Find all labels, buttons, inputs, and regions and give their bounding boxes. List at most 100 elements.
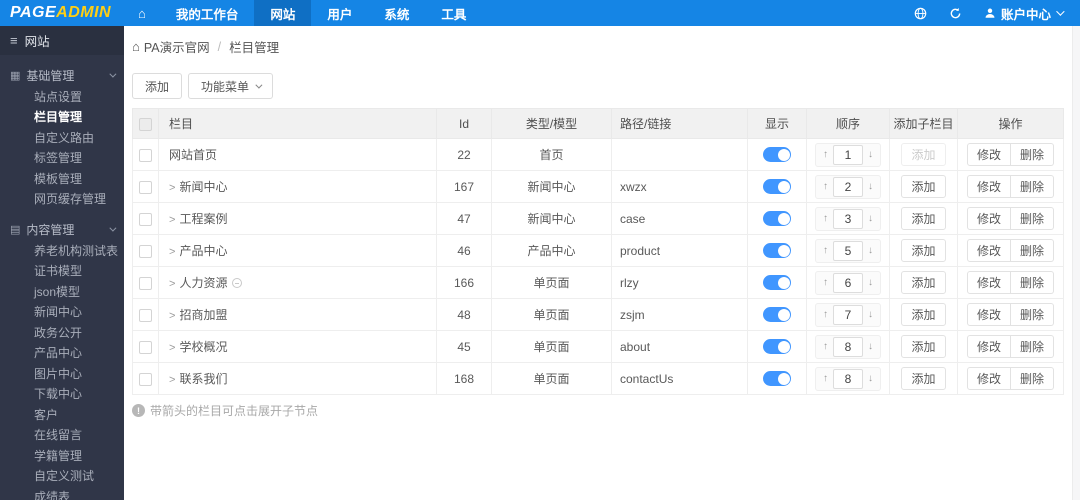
order-value[interactable]: 7 bbox=[833, 304, 863, 325]
sidebar-item-图片中心[interactable]: 图片中心 bbox=[0, 363, 124, 384]
delete-button[interactable]: 删除 bbox=[1011, 239, 1055, 262]
order-up-button[interactable]: ↑ bbox=[818, 241, 833, 261]
order-down-button[interactable]: ↓ bbox=[863, 241, 878, 261]
add-child-button[interactable]: 添加 bbox=[901, 207, 946, 230]
topnav-item-工具[interactable]: 工具 bbox=[425, 0, 482, 26]
row-checkbox[interactable] bbox=[139, 372, 152, 386]
expand-arrow-icon[interactable]: > bbox=[169, 214, 175, 226]
modify-button[interactable]: 修改 bbox=[966, 367, 1011, 390]
order-up-button[interactable]: ↑ bbox=[818, 273, 833, 293]
sidebar-item-下载中心[interactable]: 下载中心 bbox=[0, 384, 124, 405]
vertical-scrollbar[interactable] bbox=[1072, 26, 1080, 500]
order-down-button[interactable]: ↓ bbox=[863, 305, 878, 325]
sidebar-item-在线留言[interactable]: 在线留言 bbox=[0, 425, 124, 446]
order-down-button[interactable]: ↓ bbox=[863, 177, 878, 197]
refresh-icon[interactable] bbox=[949, 7, 962, 20]
expand-arrow-icon[interactable]: > bbox=[169, 182, 175, 194]
sidebar-header[interactable]: ≡ 网站 bbox=[0, 26, 124, 55]
order-value[interactable]: 8 bbox=[833, 336, 863, 357]
order-down-button[interactable]: ↓ bbox=[863, 337, 878, 357]
breadcrumb-site[interactable]: PA演示官网 bbox=[144, 37, 210, 56]
modify-button[interactable]: 修改 bbox=[966, 271, 1011, 294]
order-value[interactable]: 3 bbox=[833, 208, 863, 229]
column-name-cell[interactable]: > 学校概况 bbox=[158, 330, 437, 363]
sidebar-item-产品中心[interactable]: 产品中心 bbox=[0, 343, 124, 364]
row-checkbox[interactable] bbox=[139, 180, 152, 194]
add-child-button[interactable]: 添加 bbox=[901, 175, 946, 198]
add-child-button[interactable]: 添加 bbox=[901, 367, 946, 390]
row-checkbox[interactable] bbox=[139, 244, 152, 258]
visible-toggle[interactable] bbox=[763, 307, 791, 323]
order-value[interactable]: 5 bbox=[833, 240, 863, 261]
sidebar-item-学籍管理[interactable]: 学籍管理 bbox=[0, 445, 124, 466]
modify-button[interactable]: 修改 bbox=[966, 239, 1011, 262]
row-checkbox[interactable] bbox=[139, 340, 152, 354]
order-up-button[interactable]: ↑ bbox=[818, 305, 833, 325]
sidebar-group-内容管理[interactable]: ▤ 内容管理 bbox=[0, 219, 124, 240]
sidebar-item-客户[interactable]: 客户 bbox=[0, 404, 124, 425]
topnav-item-我的工作台[interactable]: 我的工作台 bbox=[160, 0, 255, 26]
column-name-cell[interactable]: > 招商加盟 bbox=[158, 298, 437, 331]
order-up-button[interactable]: ↑ bbox=[818, 337, 833, 357]
column-name-cell[interactable]: > 人力资源 bbox=[158, 266, 437, 299]
row-checkbox[interactable] bbox=[139, 276, 152, 290]
add-button[interactable]: 添加 bbox=[132, 73, 183, 99]
sidebar-item-站点设置[interactable]: 站点设置 bbox=[0, 86, 124, 107]
visible-toggle[interactable] bbox=[763, 179, 791, 195]
sidebar-item-栏目管理[interactable]: 栏目管理 bbox=[0, 107, 124, 128]
visible-toggle[interactable] bbox=[763, 211, 791, 227]
delete-button[interactable]: 删除 bbox=[1011, 271, 1055, 294]
sidebar-item-自定义测试[interactable]: 自定义测试 bbox=[0, 466, 124, 487]
delete-button[interactable]: 删除 bbox=[1011, 367, 1055, 390]
modify-button[interactable]: 修改 bbox=[966, 143, 1011, 166]
order-up-button[interactable]: ↑ bbox=[818, 209, 833, 229]
add-child-button[interactable]: 添加 bbox=[901, 303, 946, 326]
delete-button[interactable]: 删除 bbox=[1011, 207, 1055, 230]
order-value[interactable]: 6 bbox=[833, 272, 863, 293]
visible-toggle[interactable] bbox=[763, 243, 791, 259]
delete-button[interactable]: 删除 bbox=[1011, 303, 1055, 326]
function-menu-button[interactable]: 功能菜单 bbox=[188, 73, 274, 99]
add-child-button[interactable]: 添加 bbox=[901, 271, 946, 294]
expand-arrow-icon[interactable]: > bbox=[169, 246, 175, 258]
expand-arrow-icon[interactable]: > bbox=[169, 374, 175, 386]
sidebar-item-成绩表[interactable]: 成绩表 bbox=[0, 486, 124, 500]
visible-toggle[interactable] bbox=[763, 147, 791, 163]
delete-button[interactable]: 删除 bbox=[1011, 335, 1055, 358]
globe-icon[interactable] bbox=[914, 7, 927, 20]
account-menu[interactable]: 账户中心 bbox=[984, 4, 1065, 23]
sidebar-item-养老机构测试表[interactable]: 养老机构测试表 bbox=[0, 240, 124, 261]
sidebar-item-标签管理[interactable]: 标签管理 bbox=[0, 148, 124, 169]
order-value[interactable]: 8 bbox=[833, 368, 863, 389]
column-name-cell[interactable]: > 工程案例 bbox=[158, 202, 437, 235]
sidebar-group-基础管理[interactable]: ▦ 基础管理 bbox=[0, 65, 124, 86]
order-up-button[interactable]: ↑ bbox=[818, 369, 833, 389]
sidebar-item-政务公开[interactable]: 政务公开 bbox=[0, 322, 124, 343]
visible-toggle[interactable] bbox=[763, 371, 791, 387]
order-down-button[interactable]: ↓ bbox=[863, 273, 878, 293]
topnav-item-系统[interactable]: 系统 bbox=[368, 0, 425, 26]
order-down-button[interactable]: ↓ bbox=[863, 209, 878, 229]
modify-button[interactable]: 修改 bbox=[966, 335, 1011, 358]
row-checkbox[interactable] bbox=[139, 308, 152, 322]
sidebar-item-自定义路由[interactable]: 自定义路由 bbox=[0, 127, 124, 148]
add-child-button[interactable]: 添加 bbox=[901, 335, 946, 358]
sidebar-item-证书模型[interactable]: 证书模型 bbox=[0, 261, 124, 282]
order-up-button[interactable]: ↑ bbox=[818, 177, 833, 197]
delete-button[interactable]: 删除 bbox=[1011, 175, 1055, 198]
sidebar-item-新闻中心[interactable]: 新闻中心 bbox=[0, 302, 124, 323]
order-value[interactable]: 2 bbox=[833, 176, 863, 197]
add-child-button[interactable]: 添加 bbox=[901, 239, 946, 262]
home-icon[interactable]: ⌂ bbox=[124, 0, 160, 26]
delete-button[interactable]: 删除 bbox=[1011, 143, 1055, 166]
order-value[interactable]: 1 bbox=[833, 144, 863, 165]
visible-toggle[interactable] bbox=[763, 275, 791, 291]
topnav-item-用户[interactable]: 用户 bbox=[311, 0, 368, 26]
modify-button[interactable]: 修改 bbox=[966, 303, 1011, 326]
modify-button[interactable]: 修改 bbox=[966, 207, 1011, 230]
topnav-item-网站[interactable]: 网站 bbox=[254, 0, 312, 26]
expand-arrow-icon[interactable]: > bbox=[169, 278, 175, 290]
row-checkbox[interactable] bbox=[139, 212, 152, 226]
modify-button[interactable]: 修改 bbox=[966, 175, 1011, 198]
order-up-button[interactable]: ↑ bbox=[818, 145, 833, 165]
